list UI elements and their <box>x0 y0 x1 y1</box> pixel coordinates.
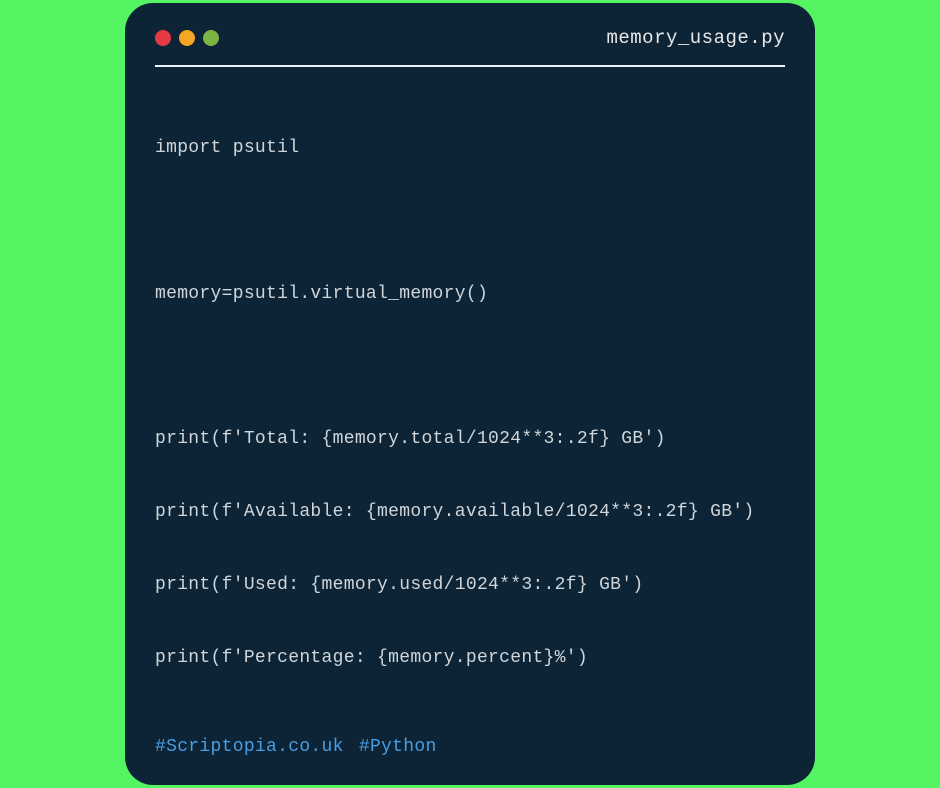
code-line: print(f'Total: {memory.total/1024**3:.2f… <box>155 427 785 451</box>
hashtag-scriptopia: #Scriptopia.co.uk <box>155 737 344 757</box>
terminal-window: memory_usage.py import psutil memory=psu… <box>125 3 815 785</box>
filename-label: memory_usage.py <box>606 27 785 49</box>
hashtags: #Scriptopia.co.uk #Python <box>155 737 785 757</box>
maximize-icon[interactable] <box>203 30 219 46</box>
code-content: import psutil memory=psutil.virtual_memo… <box>155 87 785 719</box>
traffic-lights <box>155 30 219 46</box>
titlebar: memory_usage.py <box>155 27 785 67</box>
code-line <box>155 209 785 233</box>
code-line: memory=psutil.virtual_memory() <box>155 282 785 306</box>
code-line: print(f'Used: {memory.used/1024**3:.2f} … <box>155 573 785 597</box>
close-icon[interactable] <box>155 30 171 46</box>
code-line: import psutil <box>155 136 785 160</box>
hashtag-python: #Python <box>359 737 437 757</box>
minimize-icon[interactable] <box>179 30 195 46</box>
code-line: print(f'Available: {memory.available/102… <box>155 500 785 524</box>
code-line: print(f'Percentage: {memory.percent}%') <box>155 646 785 670</box>
code-line <box>155 354 785 378</box>
